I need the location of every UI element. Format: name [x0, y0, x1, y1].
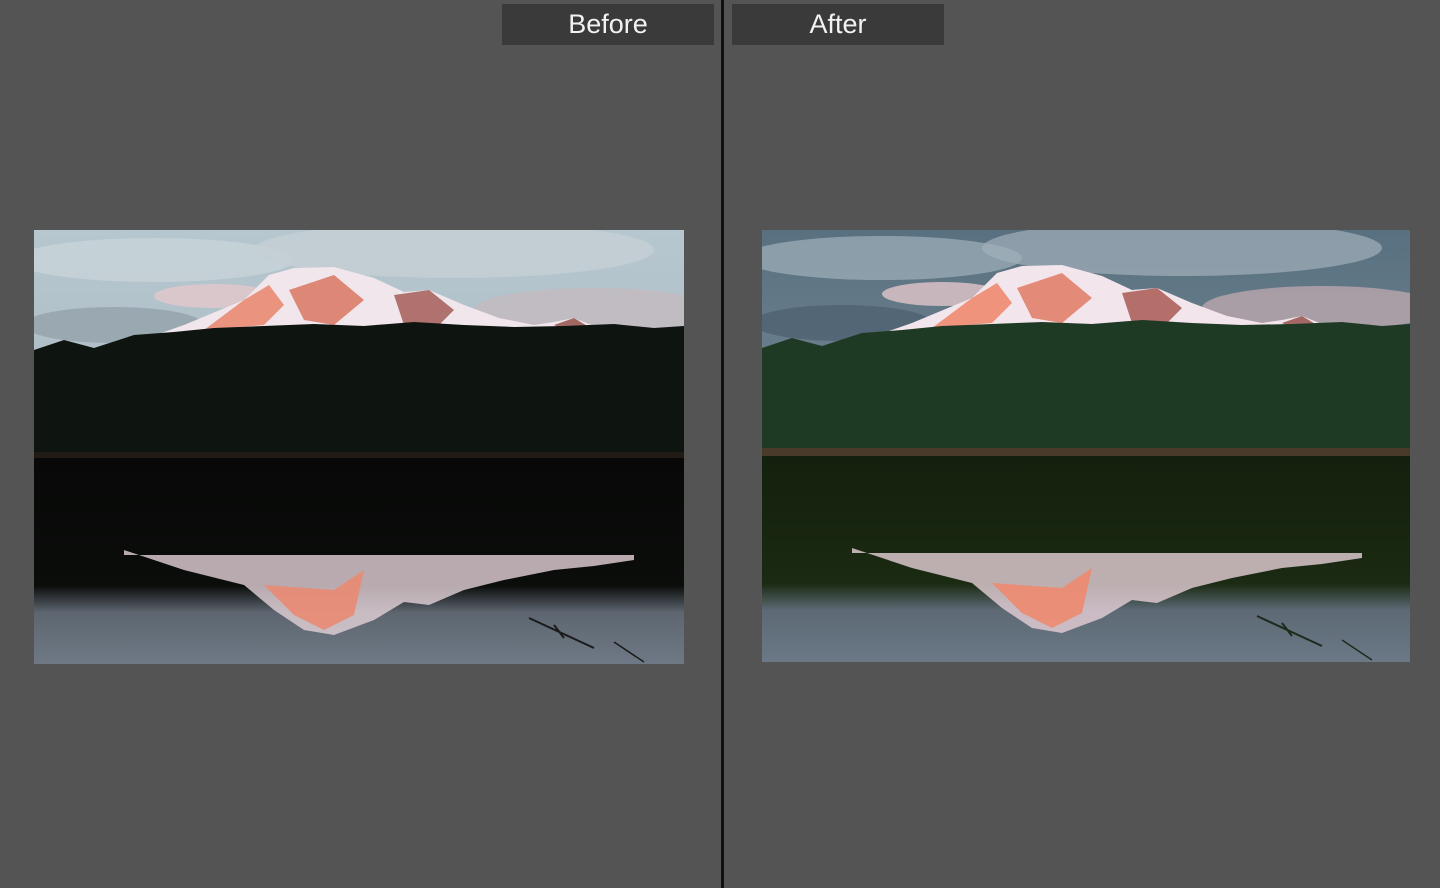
- after-label: After: [732, 4, 944, 45]
- after-pane: After: [726, 0, 1440, 888]
- after-photo-image: [762, 230, 1410, 662]
- before-after-compare-view: Before After: [0, 0, 1440, 888]
- before-photo[interactable]: [34, 230, 684, 664]
- after-photo[interactable]: [762, 230, 1410, 662]
- before-label: Before: [502, 4, 714, 45]
- before-pane: Before: [0, 0, 720, 888]
- compare-divider-line: [721, 0, 724, 888]
- before-photo-image: [34, 230, 684, 664]
